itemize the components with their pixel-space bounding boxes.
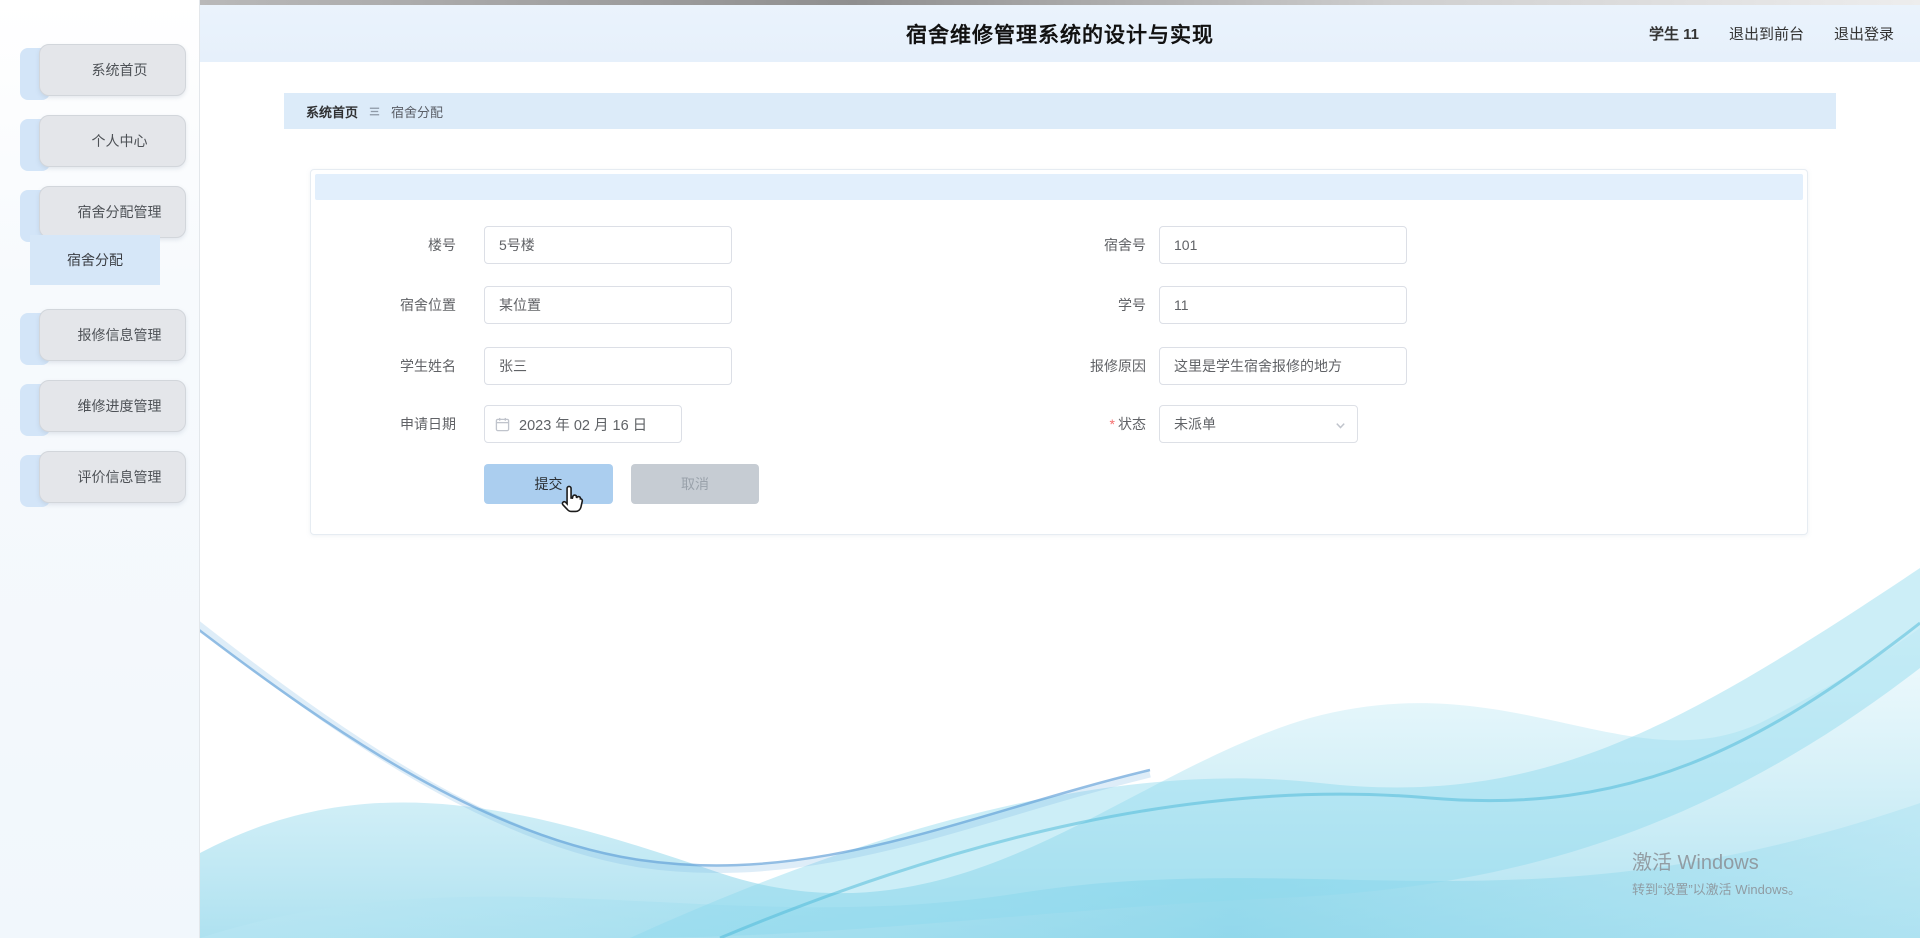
sidebar: 系统首页 个人中心 宿舍分配管理 宿舍分配 报修信息管理 维修进度管理 评价信息…	[0, 0, 200, 938]
field-status: * 状态 未派单	[1001, 405, 1358, 443]
field-building-number: 楼号	[311, 226, 732, 264]
watermark-line1: 激活 Windows	[1632, 852, 1759, 874]
breadcrumb: 系统首页 宿舍分配	[284, 93, 1836, 129]
student-name-input[interactable]	[484, 347, 732, 385]
breadcrumb-separator-icon	[368, 105, 381, 118]
status-select[interactable]: 未派单	[1159, 405, 1358, 443]
sidebar-item-repair-info-mgmt[interactable]: 报修信息管理	[0, 309, 200, 365]
sidebar-item-label[interactable]: 评价信息管理	[39, 451, 186, 503]
status-value: 未派单	[1174, 416, 1216, 432]
sidebar-item-repair-progress-mgmt[interactable]: 维修进度管理	[0, 380, 200, 436]
field-label: * 状态	[1109, 416, 1146, 432]
field-label: 学号	[1118, 297, 1146, 313]
required-star: *	[1109, 416, 1115, 432]
breadcrumb-current: 宿舍分配	[391, 104, 444, 120]
logout-to-front-link[interactable]: 退出到前台	[1729, 23, 1804, 44]
field-label: 宿舍号	[1104, 237, 1146, 253]
sidebar-item-profile[interactable]: 个人中心	[0, 115, 200, 171]
sidebar-item-label[interactable]: 报修信息管理	[39, 309, 186, 361]
student-id-input[interactable]	[1159, 286, 1407, 324]
watermark-line2: 转到“设置”以激活 Windows。	[1632, 882, 1802, 897]
current-user-label: 学生 11	[1648, 26, 1699, 43]
windows-activation-watermark: 激活 Windows 转到“设置”以激活 Windows。	[1632, 846, 1801, 898]
sidebar-item-evaluation-mgmt[interactable]: 评价信息管理	[0, 451, 200, 507]
cancel-button[interactable]: 取消	[631, 464, 759, 504]
repair-reason-input[interactable]	[1159, 347, 1407, 385]
dorm-number-input[interactable]	[1159, 226, 1407, 264]
field-label: 楼号	[428, 237, 456, 253]
calendar-icon	[495, 417, 510, 436]
field-label: 报修原因	[1090, 358, 1146, 374]
sidebar-subitem-dorm-allocation[interactable]: 宿舍分配	[30, 235, 160, 285]
apply-date-value: 2023 年 02 月 16 日	[519, 417, 648, 434]
field-student-name: 学生姓名	[311, 347, 732, 385]
field-apply-date: 申请日期 2023 年 02 月 16 日	[311, 405, 682, 443]
building-number-input[interactable]	[484, 226, 732, 264]
field-dorm-location: 宿舍位置	[311, 286, 732, 324]
field-repair-reason: 报修原因	[1001, 347, 1407, 385]
sidebar-item-label[interactable]: 系统首页	[39, 44, 186, 96]
breadcrumb-home[interactable]: 系统首页	[306, 102, 358, 121]
form-card: 楼号 宿舍号 宿舍位置 学号 学生姓名 报修原因 申请日期	[310, 169, 1808, 535]
logout-link[interactable]: 退出登录	[1834, 23, 1894, 44]
field-label: 学生姓名	[400, 358, 456, 374]
sidebar-item-label[interactable]: 个人中心	[39, 115, 186, 167]
field-student-id: 学号	[1001, 286, 1407, 324]
app-window: 宿舍维修管理系统的设计与实现 学生 11 退出到前台 退出登录 系统首页 个人中…	[0, 0, 1920, 938]
chevron-down-icon	[1334, 419, 1347, 435]
sidebar-item-home[interactable]: 系统首页	[0, 44, 200, 100]
card-header-strip	[315, 174, 1803, 200]
dorm-location-input[interactable]	[484, 286, 732, 324]
sidebar-item-label[interactable]: 维修进度管理	[39, 380, 186, 432]
field-label: 宿舍位置	[400, 297, 456, 313]
header-actions: 学生 11 退出到前台 退出登录	[1649, 5, 1894, 62]
sidebar-item-label[interactable]: 宿舍分配管理	[39, 186, 186, 238]
field-label: 申请日期	[400, 416, 456, 432]
header-bar: 宿舍维修管理系统的设计与实现 学生 11 退出到前台 退出登录	[200, 5, 1920, 62]
apply-date-picker[interactable]: 2023 年 02 月 16 日	[484, 405, 682, 443]
sidebar-item-dorm-allocation-mgmt[interactable]: 宿舍分配管理	[0, 186, 200, 242]
submit-button[interactable]: 提交	[484, 464, 613, 504]
field-dorm-number: 宿舍号	[1001, 226, 1407, 264]
